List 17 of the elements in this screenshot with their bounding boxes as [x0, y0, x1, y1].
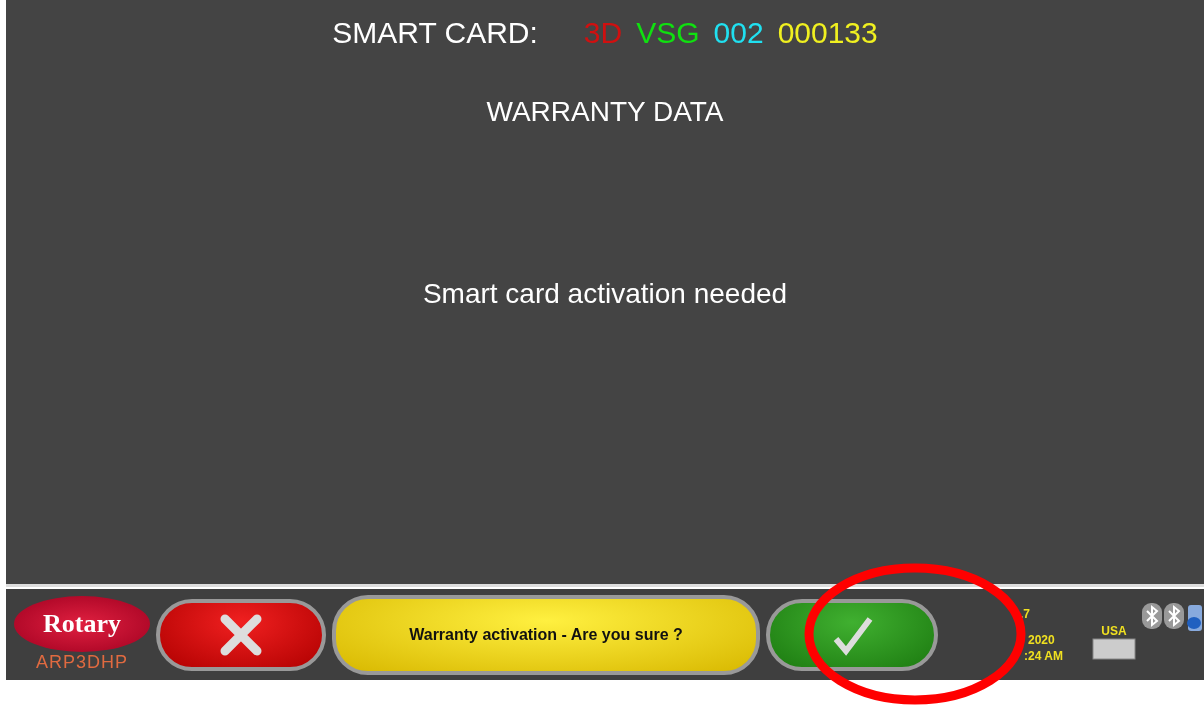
- screen-title: WARRANTY DATA: [486, 96, 724, 128]
- model-name: ARP3DHP: [36, 652, 128, 673]
- brand-logo: Rotary: [14, 596, 150, 652]
- keyboard-layout: USA: [1101, 623, 1127, 638]
- bluetooth-icon: [1164, 603, 1184, 629]
- smart-card-label: SMART CARD:: [332, 16, 538, 50]
- card-code: 000133: [777, 16, 878, 50]
- status-message: Smart card activation needed: [422, 278, 788, 310]
- close-icon: [219, 612, 263, 657]
- prompt-banner: Warranty activation - Are you sure ?: [332, 594, 760, 675]
- date-text: 2020: [1028, 632, 1056, 647]
- time-text: :24 AM: [1024, 648, 1064, 663]
- card-code: 002: [713, 16, 764, 50]
- bluetooth-icon: [1142, 603, 1162, 629]
- version-text: .7: [1020, 606, 1031, 621]
- card-code: 3D: [583, 16, 623, 50]
- card-code: VSG: [636, 16, 700, 50]
